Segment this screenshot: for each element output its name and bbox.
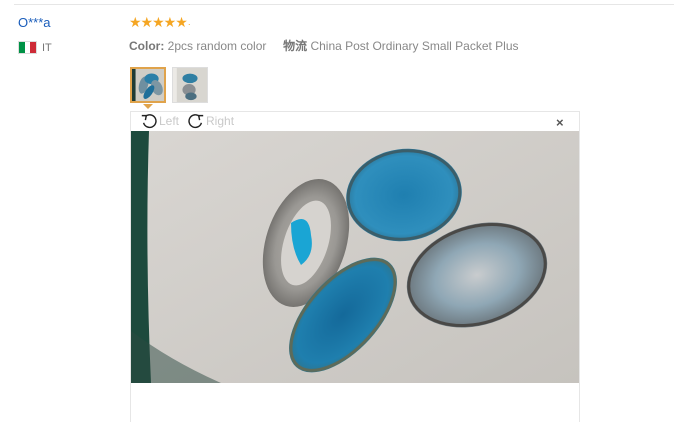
rotate-left-icon	[141, 114, 157, 129]
rotate-right-label: Right	[206, 114, 235, 128]
order-info: Color: 2pcs random color 物流 China Post O…	[129, 37, 519, 54]
logistics-value: China Post Ordinary Small Packet Plus	[310, 39, 519, 53]
rating-suffix: ·	[187, 19, 191, 29]
color-label: Color:	[129, 39, 165, 53]
thumbnail-image-2	[173, 68, 207, 102]
italy-flag-icon	[18, 41, 37, 54]
close-viewer-button[interactable]: ×	[556, 116, 564, 129]
review-photo	[131, 131, 579, 383]
country-code: IT	[42, 41, 52, 54]
rating-stars: ★★★★★·	[129, 14, 191, 31]
agate-slices-image	[131, 131, 579, 383]
rotate-right-icon	[188, 114, 204, 129]
review-thumbnail-1[interactable]	[130, 67, 166, 103]
thumbnail-image-1	[132, 69, 164, 101]
viewer-toolbar: Left Right	[140, 112, 234, 130]
review-thumbnail-2[interactable]	[172, 67, 208, 103]
top-divider	[14, 4, 674, 5]
reviewer-name[interactable]: O***a	[18, 15, 51, 30]
active-thumbnail-indicator	[143, 104, 153, 109]
rotate-left-label: Left	[159, 114, 180, 128]
color-value: 2pcs random color	[167, 39, 267, 53]
rotate-right-button[interactable]: Right	[187, 112, 234, 130]
rotate-left-button[interactable]: Left	[140, 112, 179, 130]
star-icons: ★★★★★	[129, 14, 188, 30]
logistics-label: 物流	[283, 39, 308, 53]
reviewer-country: IT	[18, 41, 52, 54]
